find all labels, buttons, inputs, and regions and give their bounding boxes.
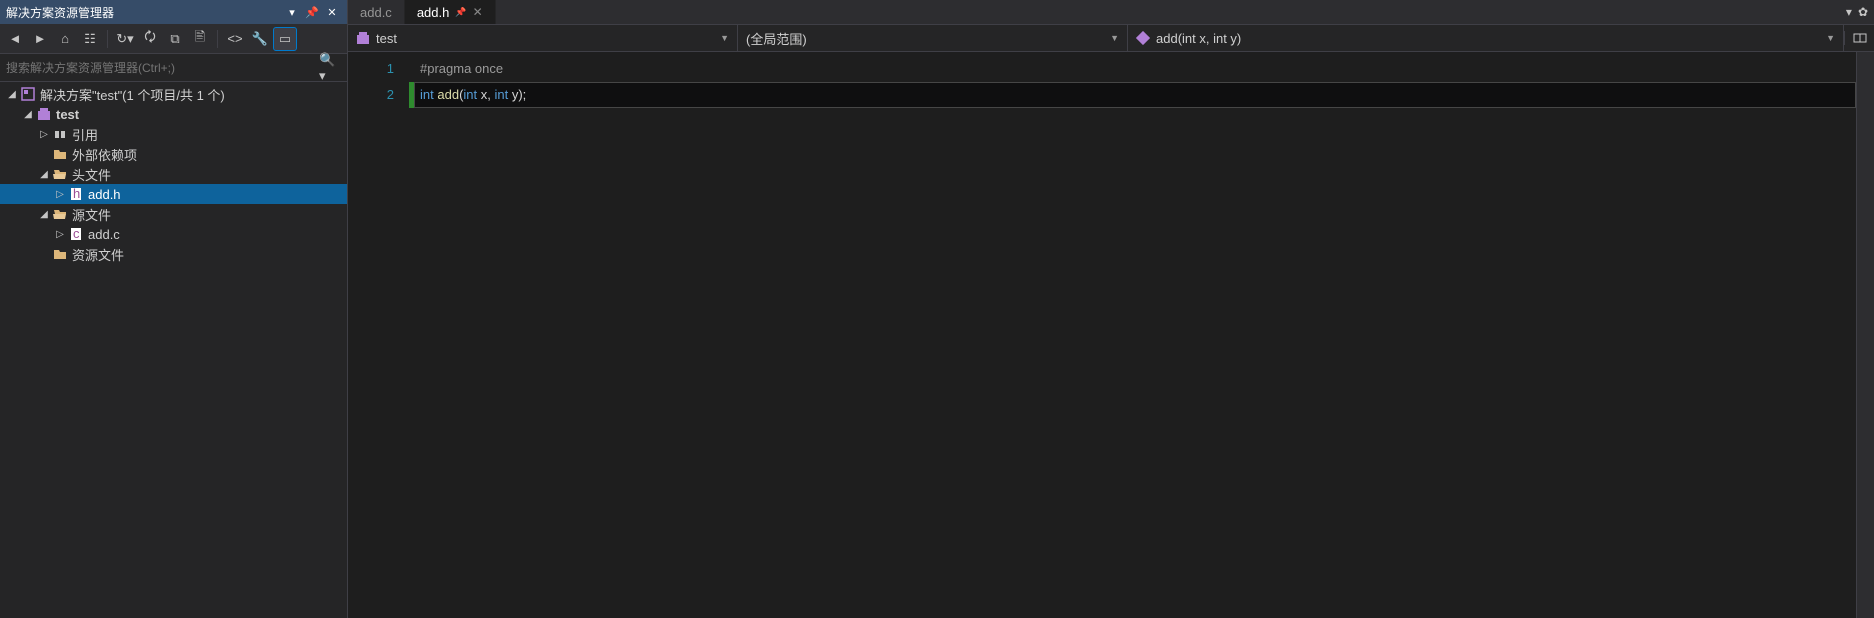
view-code-icon[interactable]: <> [224, 28, 246, 50]
chevron-down-icon: ▼ [720, 33, 729, 43]
chevron-down-icon: ▼ [1826, 33, 1835, 43]
solution-explorer-search: 🔍▾ [0, 54, 347, 82]
solution-icon [20, 87, 36, 101]
back-icon[interactable]: ◄ [4, 28, 26, 50]
refs-icon [52, 127, 68, 141]
folder-icon [52, 247, 68, 261]
tree-solution[interactable]: ◢ 解决方案"test"(1 个项目/共 1 个) [0, 84, 347, 104]
tree-label: 源文件 [72, 205, 111, 224]
solution-explorer-toolbar: ◄ ► ⌂ ☷ ↻▾ 🗘 ⧉ 🖹 <> 🔧 ▭ [0, 24, 347, 54]
editor-navbar: test ▼ (全局范围) ▼ add(int x, int y) ▼ [348, 24, 1874, 52]
expand-icon[interactable]: ◢ [36, 209, 52, 220]
expand-icon[interactable]: ◢ [36, 169, 52, 180]
search-icon[interactable]: 🔍▾ [319, 57, 341, 79]
tree-label: 引用 [72, 125, 98, 144]
nav-member-dropdown[interactable]: add(int x, int y) ▼ [1128, 25, 1844, 51]
panel-close-icon[interactable]: ✕ [323, 3, 341, 21]
method-icon [1136, 31, 1150, 45]
solution-explorer-panel: 解决方案资源管理器 ▾ 📌 ✕ ◄ ► ⌂ ☷ ↻▾ 🗘 ⧉ 🖹 <> 🔧 ▭ … [0, 0, 348, 618]
properties-icon[interactable]: 🔧 [249, 28, 271, 50]
tree-label: add.h [88, 187, 121, 202]
expand-icon[interactable]: ▷ [36, 129, 52, 140]
code-line[interactable]: int add(int x, int y); [414, 82, 1856, 108]
c-file-icon: c [68, 227, 84, 241]
code-lines[interactable]: #pragma onceint add(int x, int y); [414, 52, 1856, 618]
nav-scope-dropdown[interactable]: (全局范围) ▼ [738, 25, 1128, 51]
expand-icon[interactable]: ◢ [20, 109, 36, 120]
tree-label: 外部依赖项 [72, 145, 137, 164]
tree-label: 解决方案"test"(1 个项目/共 1 个) [40, 85, 225, 104]
tree-add-c[interactable]: ▷ c add.c [0, 224, 347, 244]
tree-external-deps[interactable]: 外部依赖项 [0, 144, 347, 164]
folder-open-icon [52, 167, 68, 181]
solution-explorer-title: 解决方案资源管理器 [6, 4, 114, 21]
editor-area: add.c add.h 📌 ✕ ▾ ✿ test ▼ (全局范围) ▼ [348, 0, 1874, 618]
project-icon [36, 107, 52, 121]
tab-add-h[interactable]: add.h 📌 ✕ [405, 0, 496, 24]
refresh-icon[interactable]: 🗘 [139, 28, 161, 50]
tab-label: add.h [417, 5, 450, 20]
solution-tree: ◢ 解决方案"test"(1 个项目/共 1 个) ◢ test ▷ 引用 外部… [0, 82, 347, 618]
h-file-icon: h [68, 187, 84, 201]
folder-open-icon [52, 207, 68, 221]
panel-pin-icon[interactable]: 📌 [303, 3, 321, 21]
forward-icon[interactable]: ► [29, 28, 51, 50]
nav-member-label: add(int x, int y) [1156, 31, 1241, 46]
split-editor-icon[interactable] [1844, 31, 1874, 45]
vertical-scrollbar[interactable] [1856, 52, 1874, 618]
line-gutter: 1 2 [348, 52, 408, 618]
tab-add-c[interactable]: add.c [348, 0, 405, 24]
nav-project-dropdown[interactable]: test ▼ [348, 25, 738, 51]
tab-overflow-icon[interactable]: ▾ [1846, 5, 1852, 19]
expand-icon[interactable]: ◢ [4, 89, 20, 100]
project-icon [356, 31, 370, 45]
nav-scope-label: (全局范围) [746, 29, 807, 48]
tree-label: 资源文件 [72, 245, 124, 264]
chevron-down-icon: ▼ [1110, 33, 1119, 43]
expand-icon[interactable]: ▷ [52, 229, 68, 240]
switch-view-icon[interactable]: ☷ [79, 28, 101, 50]
close-icon[interactable]: ✕ [473, 5, 483, 19]
code-editor[interactable]: 1 2 #pragma onceint add(int x, int y); [348, 52, 1874, 618]
nav-project-label: test [376, 31, 397, 46]
tree-label: test [56, 107, 79, 122]
tree-label: 头文件 [72, 165, 111, 184]
svg-text:h: h [73, 187, 80, 201]
svg-text:c: c [73, 227, 80, 241]
tree-add-h[interactable]: ▷ h add.h [0, 184, 347, 204]
tab-label: add.c [360, 5, 392, 20]
show-all-files-icon[interactable]: 🖹 [189, 28, 211, 50]
preview-icon[interactable]: ▭ [274, 28, 296, 50]
line-number: 2 [348, 82, 394, 108]
tree-sources[interactable]: ◢ 源文件 [0, 204, 347, 224]
tree-headers[interactable]: ◢ 头文件 [0, 164, 347, 184]
search-input[interactable] [6, 61, 319, 75]
pin-icon[interactable]: 📌 [455, 7, 466, 18]
tree-references[interactable]: ▷ 引用 [0, 124, 347, 144]
folder-icon [52, 147, 68, 161]
tree-project[interactable]: ◢ test [0, 104, 347, 124]
expand-icon[interactable]: ▷ [52, 189, 68, 200]
solution-explorer-titlebar: 解决方案资源管理器 ▾ 📌 ✕ [0, 0, 347, 24]
sync-dropdown-icon[interactable]: ↻▾ [114, 28, 136, 50]
home-icon[interactable]: ⌂ [54, 28, 76, 50]
gear-icon[interactable]: ✿ [1858, 5, 1868, 19]
code-line[interactable]: #pragma once [414, 56, 1856, 82]
tree-label: add.c [88, 227, 120, 242]
line-number: 1 [348, 56, 394, 82]
tree-resources[interactable]: 资源文件 [0, 244, 347, 264]
panel-dropdown-icon[interactable]: ▾ [283, 3, 301, 21]
collapse-all-icon[interactable]: ⧉ [164, 28, 186, 50]
editor-tabbar: add.c add.h 📌 ✕ ▾ ✿ [348, 0, 1874, 24]
